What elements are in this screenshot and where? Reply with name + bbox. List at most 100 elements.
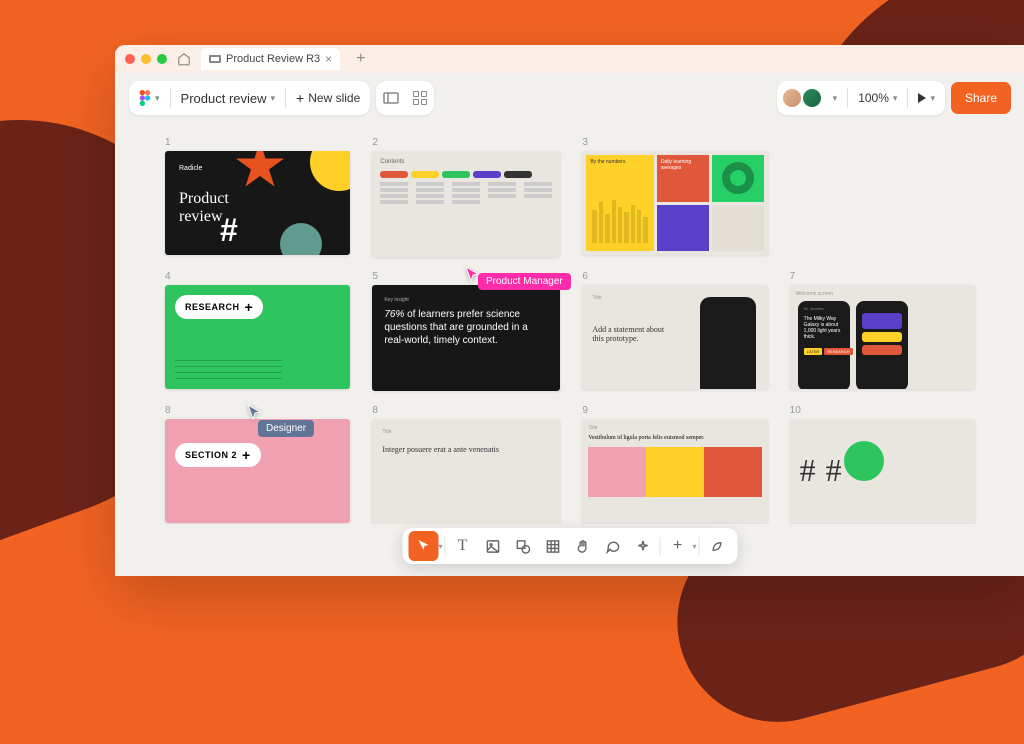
slide-label: Key insight [384, 297, 548, 303]
zoom-dropdown[interactable]: 100% ▾ [848, 81, 907, 115]
sparkle-icon [635, 539, 650, 554]
phone-mockup [856, 301, 908, 389]
slides-icon [209, 54, 221, 64]
share-label: Share [965, 91, 997, 105]
image-icon [485, 539, 500, 554]
comment-icon [605, 539, 620, 554]
panel-label: Daily learning averages [661, 159, 691, 171]
hash-icon: # [220, 212, 258, 250]
slide-thumbnail[interactable]: 9 Title Vestibulum id ligula porta felis… [582, 405, 767, 525]
phone-mockup [700, 297, 756, 389]
table-icon [545, 539, 560, 554]
hand-tool[interactable] [568, 531, 598, 561]
shape-tool[interactable] [508, 531, 538, 561]
slide-label: Title [588, 425, 761, 431]
chevron-down-icon: ▾ [833, 93, 838, 104]
figma-menu[interactable]: ▾ [129, 81, 170, 115]
grid-view[interactable] [406, 81, 434, 115]
slide-canvas[interactable]: 1 # Radicle Product review 2 Contents [115, 123, 1024, 524]
table-tool[interactable] [538, 531, 568, 561]
leaf-icon [709, 539, 724, 554]
slide-thumbnail[interactable]: 6 Title Add a statement about this proto… [582, 271, 767, 391]
collaborator-label: Product Manager [478, 273, 571, 290]
new-slide-button[interactable]: + New slide [286, 81, 370, 115]
slide-body: Vestibulum id ligula porta felis euismod… [588, 435, 761, 441]
slide-number: 6 [582, 271, 767, 282]
section-pill: RESEARCH+ [175, 295, 263, 319]
sun-icon [310, 151, 350, 191]
maximize-window[interactable] [157, 54, 167, 64]
slide-thumbnail[interactable]: 1 # Radicle Product review [165, 137, 350, 257]
grid-icon [413, 91, 427, 105]
plugin-tool[interactable] [702, 531, 732, 561]
minimize-window[interactable] [141, 54, 151, 64]
slide-body: Add a statement about this prototype. [592, 325, 677, 343]
blob-icon [280, 223, 322, 255]
phone-mockup: Hi, Jennifer The Milky Way Galaxy is abo… [798, 301, 850, 389]
text-tool[interactable]: T [448, 531, 478, 561]
chevron-down-icon: ▾ [271, 93, 276, 104]
slide-number: 2 [372, 137, 560, 148]
text-icon: T [458, 537, 468, 555]
slide-number: 7 [790, 271, 975, 282]
new-slide-label: New slide [308, 91, 360, 105]
comment-tool[interactable] [598, 531, 628, 561]
tool-dock: ▾ T + ▾ [402, 528, 737, 564]
slide-thumbnail[interactable]: 10 # # [790, 405, 975, 525]
document-tab[interactable]: Product Review R3 × [201, 48, 340, 70]
chevron-down-icon: ▾ [155, 93, 160, 104]
share-button[interactable]: Share [951, 82, 1011, 114]
slide-number: 3 [582, 137, 767, 148]
document-title-dropdown[interactable]: Product review ▾ [171, 81, 286, 115]
panel-label: By the numbers [590, 159, 649, 165]
tab-title: Product Review R3 [226, 53, 320, 65]
ai-tool[interactable] [628, 531, 658, 561]
doc-title: Product review [181, 91, 267, 106]
chevron-down-icon[interactable]: ▾ [693, 542, 697, 551]
hash-icon: # [800, 452, 816, 489]
chevron-down-icon[interactable]: ▾ [438, 542, 442, 551]
slide-number: 9 [582, 405, 767, 416]
close-tab-icon[interactable]: × [325, 52, 332, 66]
slide-number: 10 [790, 405, 975, 416]
plus-icon: + [245, 299, 254, 315]
slide-thumbnail[interactable]: 3 By the numbers Daily learning averages [582, 137, 767, 257]
present-button[interactable]: ▾ [908, 81, 945, 115]
cursor-icon [415, 538, 431, 554]
titlebar: Product Review R3 × + [115, 45, 1024, 73]
slide-label: Title [382, 429, 550, 435]
avatar [801, 87, 823, 109]
add-tool[interactable]: + [663, 531, 693, 561]
slide-view-icon [383, 92, 399, 104]
play-icon [918, 93, 926, 103]
chevron-down-icon: ▾ [930, 93, 935, 104]
slide-body: Integer posuere erat a ante venenatis [382, 445, 550, 455]
traffic-lights [125, 54, 167, 64]
chevron-down-icon: ▾ [893, 93, 898, 104]
color-swatches [588, 447, 761, 497]
slide-thumbnail[interactable]: 8 Title Integer posuere erat a ante vene… [372, 405, 560, 525]
slide-number: 1 [165, 137, 350, 148]
slide-label: Welcome screen [796, 291, 833, 297]
avatar [781, 87, 803, 109]
slide-heading: Contents [380, 159, 552, 165]
slide-thumbnail[interactable]: 4 RESEARCH+ [165, 271, 350, 391]
section-pill: SECTION 2+ [175, 443, 261, 467]
hand-icon [575, 539, 590, 554]
close-window[interactable] [125, 54, 135, 64]
plus-icon: + [296, 90, 304, 106]
collaborator-label: Designer [258, 420, 314, 437]
collaborators[interactable]: ▾ [777, 81, 848, 115]
home-icon[interactable] [177, 52, 191, 66]
slide-number: 8 [165, 405, 350, 416]
hash-icon: # [826, 452, 842, 489]
image-tool[interactable] [478, 531, 508, 561]
slide-thumbnail[interactable]: 2 Contents [372, 137, 560, 257]
slide-number: 4 [165, 271, 350, 282]
slide-thumbnail[interactable]: 7 Welcome screen Hi, Jennifer The Milky … [790, 271, 975, 391]
select-tool[interactable] [408, 531, 438, 561]
figma-icon [139, 90, 151, 106]
add-tab-button[interactable]: + [350, 50, 371, 68]
zoom-value: 100% [858, 91, 889, 105]
single-slide-view[interactable] [376, 81, 406, 115]
